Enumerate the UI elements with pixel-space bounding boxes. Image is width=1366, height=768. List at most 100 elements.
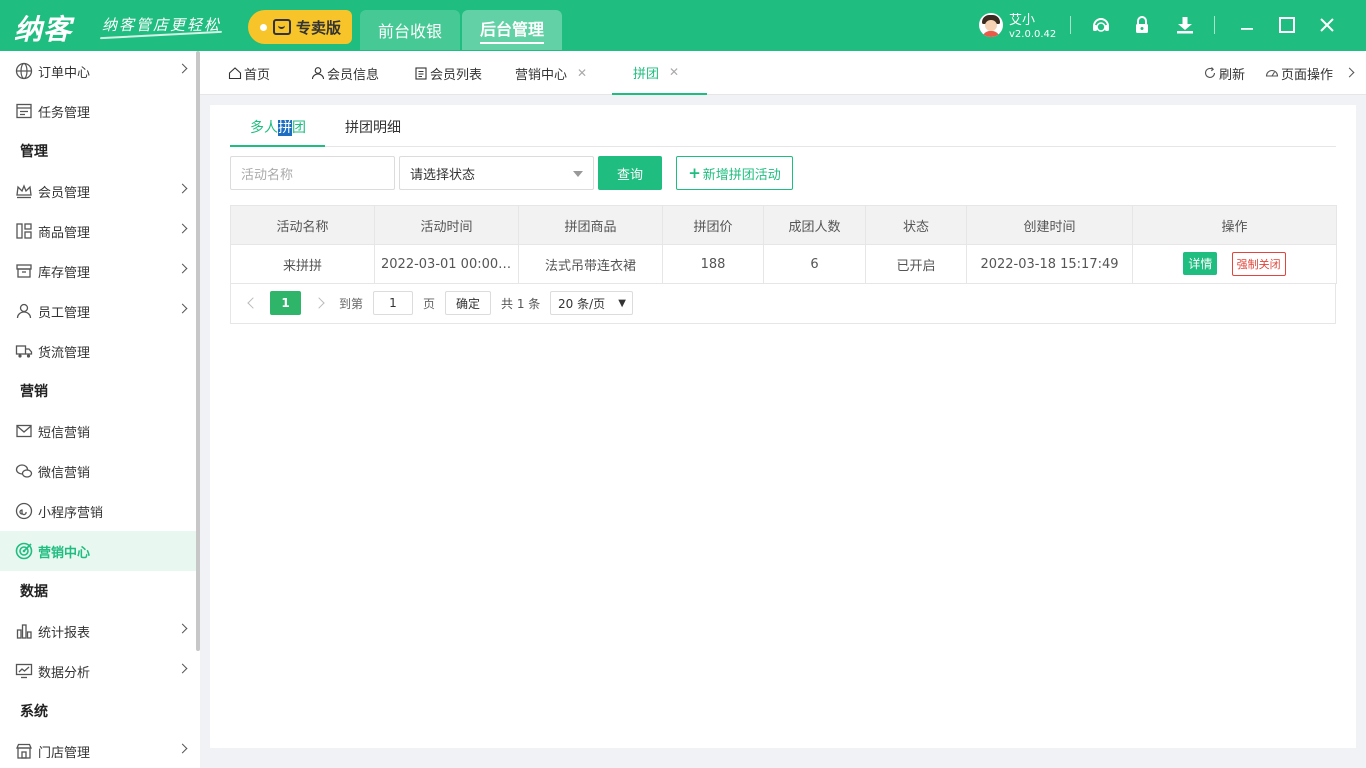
query-button[interactable]: 查询: [598, 156, 662, 190]
user-avatar[interactable]: [979, 13, 1003, 37]
divider: [1214, 16, 1215, 34]
tab-member-list[interactable]: 会员列表: [414, 51, 482, 95]
lock-icon[interactable]: [1131, 14, 1153, 36]
per-page-select[interactable]: 20 条/页 ▼: [550, 291, 633, 315]
subtab-multi-group[interactable]: 多人拼团: [250, 117, 306, 137]
globe-icon: [15, 62, 33, 80]
sidebar-item-reports[interactable]: 统计报表: [0, 611, 196, 651]
refresh-button[interactable]: 刷新: [1203, 51, 1245, 95]
pagination: 1 到第 1 页 确定 共 1 条 20 条/页 ▼: [230, 283, 1336, 324]
tab-marketing-center[interactable]: 营销中心 ✕: [515, 51, 587, 95]
detail-button[interactable]: 详情: [1183, 252, 1218, 275]
sidebar-item-members[interactable]: 会员管理: [0, 171, 196, 211]
cell-activity-name: 来拼拼: [230, 244, 375, 284]
mail-icon: [16, 424, 32, 438]
sidebar-item-orders[interactable]: 订单中心: [0, 51, 196, 91]
chevron-right-icon: [177, 743, 188, 754]
dropdown-arrow-icon: [573, 171, 583, 177]
target-icon: [15, 542, 33, 560]
force-close-button[interactable]: 强制关闭: [1231, 252, 1286, 276]
top-tab-cashier[interactable]: 前台收银: [360, 10, 460, 50]
sidebar-group-marketing: 营销: [20, 384, 48, 400]
sidebar-item-wechat[interactable]: 微信营销: [0, 451, 196, 491]
sidebar-item-marketing-center[interactable]: 营销中心: [0, 531, 196, 571]
subtab-group-detail[interactable]: 拼团明细: [345, 117, 401, 137]
page-current[interactable]: 1: [270, 291, 301, 315]
column-header: 状态: [865, 205, 967, 245]
status-select[interactable]: 请选择状态: [399, 156, 594, 190]
sidebar-item-stores[interactable]: 门店管理: [0, 731, 196, 768]
chevron-right-icon: [177, 63, 188, 74]
edition-badge[interactable]: 专卖版: [248, 10, 352, 44]
chevron-right-icon: [313, 297, 325, 309]
minimize-icon[interactable]: [1236, 14, 1258, 36]
tab-group-buy[interactable]: 拼团 ✕: [612, 51, 707, 95]
maximize-icon[interactable]: [1276, 14, 1298, 36]
cell-product: 法式吊带连衣裙: [518, 244, 663, 284]
chevron-right-icon: [177, 623, 188, 634]
chevron-right-icon: [177, 663, 188, 674]
top-tab-backend[interactable]: 后台管理: [462, 10, 562, 50]
cell-status: 已开启: [865, 244, 967, 284]
tab-home[interactable]: 首页: [228, 51, 270, 95]
gauge-icon: [1265, 70, 1279, 77]
download-icon[interactable]: [1174, 14, 1196, 36]
column-header: 创建时间: [966, 205, 1133, 245]
sidebar-item-goods[interactable]: 商品管理: [0, 211, 196, 251]
chevron-right-icon: [177, 263, 188, 274]
headset-icon[interactable]: [1090, 14, 1112, 36]
edition-label: 专卖版: [296, 18, 342, 37]
next-page-button[interactable]: [311, 291, 327, 315]
plus-icon: +: [688, 164, 701, 182]
clipboard-icon: [415, 67, 427, 80]
tab-close-icon[interactable]: ✕: [669, 65, 679, 79]
app-version: v2.0.0.42: [1009, 29, 1057, 40]
column-header: 拼团价: [662, 205, 764, 245]
home-icon: [228, 67, 242, 80]
app-logo: 纳客: [14, 13, 73, 46]
chevron-right-icon: [177, 303, 188, 314]
task-icon: [16, 103, 32, 119]
add-group-activity-button[interactable]: + 新增拼团活动: [676, 156, 793, 190]
goto-confirm-button[interactable]: 确定: [445, 291, 491, 315]
tab-close-icon[interactable]: ✕: [577, 66, 587, 80]
goods-icon: [16, 223, 32, 239]
page-operations-button[interactable]: 页面操作: [1265, 51, 1333, 95]
cell-created-time: 2022-03-18 15:17:49: [966, 244, 1133, 284]
chevron-right-icon: [177, 183, 188, 194]
sidebar-item-miniapp[interactable]: 小程序营销: [0, 491, 196, 531]
sidebar-item-analysis[interactable]: 数据分析: [0, 651, 196, 691]
sidebar-item-staff[interactable]: 员工管理: [0, 291, 196, 331]
column-header: 活动名称: [230, 205, 375, 245]
goto-label: 到第: [339, 296, 364, 311]
miniprogram-icon: [15, 502, 33, 520]
tabs-scroll-right-icon[interactable]: [1344, 67, 1355, 78]
sidebar-group-system: 系统: [20, 704, 48, 720]
page-unit-label: 页: [423, 296, 436, 311]
prev-page-button[interactable]: [245, 291, 261, 315]
sidebar-item-sms[interactable]: 短信营销: [0, 411, 196, 451]
tab-member-info[interactable]: 会员信息: [311, 51, 379, 95]
sidebar-item-logistics[interactable]: 货流管理: [0, 331, 196, 371]
sidebar-scrollbar[interactable]: [196, 51, 200, 651]
sidebar-item-stock[interactable]: 库存管理: [0, 251, 196, 291]
dropdown-arrow-icon: ▼: [618, 297, 626, 309]
top-bar: 纳客 纳客管店更轻松 专卖版 前台收银 后台管理 艾小 v2.0.0.42: [0, 0, 1366, 51]
shopping-bag-icon: [273, 19, 291, 35]
close-icon[interactable]: [1316, 14, 1338, 36]
cell-group-size: 6: [763, 244, 866, 284]
group-activity-table: 活动名称 活动时间 拼团商品 拼团价 成团人数 状态 创建时间 操作 来拼拼 2…: [230, 205, 1337, 284]
edition-dot: [260, 23, 267, 31]
monitor-chart-icon: [15, 663, 33, 679]
column-header: 拼团商品: [518, 205, 663, 245]
activity-name-input[interactable]: 活动名称: [230, 156, 395, 190]
column-header: 成团人数: [763, 205, 866, 245]
sidebar-item-tasks[interactable]: 任务管理: [0, 91, 196, 131]
goto-page-input[interactable]: 1: [373, 291, 413, 315]
table-row: 来拼拼 2022-03-01 00:00:00 法式吊带连衣裙 188 6 已开…: [230, 244, 1337, 284]
cell-activity-time: 2022-03-01 00:00:00: [374, 244, 519, 284]
total-count: 共 1 条: [501, 296, 541, 311]
truck-icon: [15, 345, 33, 358]
chevron-left-icon: [247, 297, 259, 309]
user-name[interactable]: 艾小: [1009, 9, 1035, 28]
